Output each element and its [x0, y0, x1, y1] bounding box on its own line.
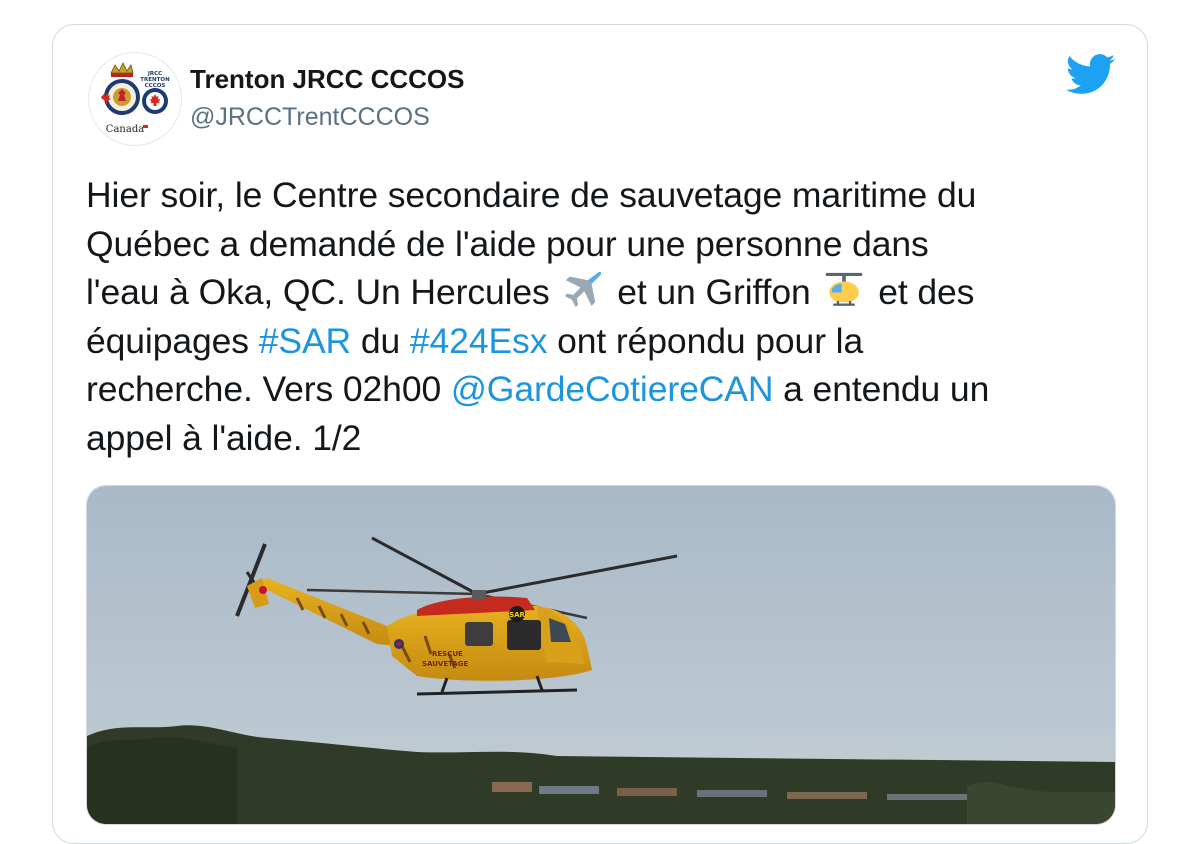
jrcc-crest-icon: JRCC TRENTON CCCOS Canada: [101, 62, 170, 135]
tweet-media-image[interactable]: SAR RESCUE SAUVETAGE: [86, 485, 1116, 825]
helicopter-marking-sar: SAR: [509, 611, 525, 619]
crest-text-cccos: CCCOS: [145, 83, 166, 89]
tweet-text-segment: Hier soir, le Centre secondaire de sauve…: [86, 175, 977, 215]
hashtag-424esx-link[interactable]: #424Esx: [410, 321, 548, 361]
tweet-text-segment: équipages: [86, 320, 249, 361]
tweet-line: Hier soir, le Centre secondaire de sauve…: [86, 171, 1126, 220]
tweet-text-segment: et des: [878, 272, 975, 312]
twitter-bird-icon[interactable]: [1065, 54, 1116, 96]
tweet-text-segment: appel à l'aide. 1/2: [86, 417, 362, 458]
tweet-text-segment: Québec a demandé de l'aide pour une pers…: [86, 223, 929, 264]
helicopter-emoji-icon: [822, 268, 866, 312]
mention-gardecotierecan-link[interactable]: @GardeCotiereCAN: [451, 369, 774, 409]
helicopter-marking-rescue: RESCUE: [432, 650, 463, 658]
tweet-line: l'eau à Oka, QC. Un Hercules et un Griff…: [86, 268, 1126, 317]
hashtag-sar-link[interactable]: #SAR: [259, 321, 351, 361]
tweet-text-segment: l'eau à Oka, QC. Un Hercules: [86, 272, 550, 312]
tweet-text-segment: du: [360, 320, 401, 361]
crest-text-canada: Canada: [106, 124, 144, 135]
airplane-emoji-icon: [561, 268, 605, 312]
tweet-line: recherche. Vers 02h00 @GardeCotiereCAN a…: [86, 365, 1126, 414]
tweet-line: appel à l'aide. 1/2: [86, 414, 1126, 463]
account-handle[interactable]: @JRCCTrentCCCOS: [190, 103, 430, 132]
display-name[interactable]: Trenton JRCC CCCOS: [190, 64, 464, 95]
tweet-text: Hier soir, le Centre secondaire de sauve…: [86, 171, 1126, 462]
tweet-text-segment: et un Griffon: [617, 272, 811, 312]
tweet-text-segment: recherche. Vers 02h00: [86, 369, 442, 409]
tweet-line: équipages #SAR du #424Esx ont répondu po…: [86, 317, 1126, 366]
tweet-text-segment: ont répondu pour la: [557, 320, 864, 361]
avatar[interactable]: JRCC TRENTON CCCOS Canada: [88, 52, 182, 146]
tweet-line: Québec a demandé de l'aide pour une pers…: [86, 220, 1126, 269]
tweet-text-segment: a entendu un: [783, 369, 990, 409]
helicopter-marking-sauvetage: SAUVETAGE: [422, 660, 469, 668]
helicopter-photo: SAR RESCUE SAUVETAGE: [87, 486, 1115, 824]
